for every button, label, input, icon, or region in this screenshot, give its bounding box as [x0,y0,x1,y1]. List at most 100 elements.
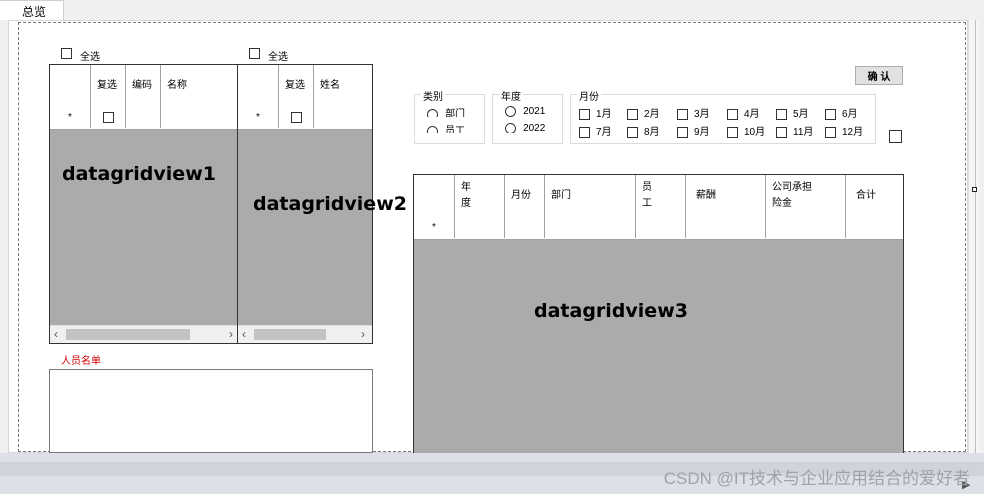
checkbox-icon[interactable] [579,108,590,120]
category-option-employee[interactable]: 员工 [427,122,465,133]
grid3-cell[interactable] [545,217,636,238]
month-option-6[interactable]: 6月 [825,105,858,120]
grid2-row-checkbox[interactable] [290,112,302,123]
checkbox-icon[interactable] [727,126,738,138]
grid1-header-rowheader [50,65,91,107]
scroll-left-icon[interactable]: ‹ [54,327,58,341]
scroll-right-icon[interactable]: › [229,327,233,341]
grid3-cell[interactable] [686,217,766,238]
month-option-7[interactable]: 7月 [579,123,612,138]
grid3-new-row[interactable]: * [414,217,903,240]
datagridview3[interactable]: 年 度 月份 部门 员 工 薪酬 公司承担 险金 合计 * datagridvi… [413,174,904,456]
grid3-col-dept[interactable]: 部门 [545,175,636,217]
confirm-button[interactable]: 确 认 [855,66,903,85]
grid2-col-name[interactable]: 姓名 [314,65,372,107]
grid3-col-employee[interactable]: 员 工 [636,175,686,217]
month-option-2[interactable]: 2月 [627,105,660,120]
grid3-col-total[interactable]: 合计 [846,175,903,217]
tab-overview[interactable]: 总览 [0,0,64,20]
radio-icon[interactable] [505,122,516,133]
month-option-12[interactable]: 12月 [825,123,863,138]
grid3-cell[interactable] [636,217,686,238]
grid3-header-rowheader [414,175,455,217]
grid3-col-year[interactable]: 年 度 [455,175,505,217]
grid3-cell[interactable] [505,217,545,238]
grid2-new-row[interactable]: * [238,107,372,130]
grid1-col-name[interactable]: 名称 [161,65,238,107]
grid2-header-rowheader [238,65,279,107]
grid3-cell[interactable] [766,217,846,238]
select-all-label-2: 全选 [268,52,288,63]
month-option-label: 10月 [744,127,766,138]
grid1-new-row-marker: * [50,107,91,128]
grid1-col-select[interactable]: 复选 [91,65,126,107]
month-option-10[interactable]: 10月 [727,123,765,138]
checkbox-icon[interactable] [825,126,836,138]
month-option-11[interactable]: 11月 [776,123,813,138]
checkbox-icon[interactable] [776,108,787,120]
grid1-row-checkbox[interactable] [102,112,114,123]
grid1-col-code[interactable]: 编码 [126,65,161,107]
grid1-scroll-thumb[interactable] [66,329,190,340]
grid2-col-select[interactable]: 复选 [279,65,314,107]
grid1-design-label: datagridview1 [62,163,216,185]
tab-strip [0,0,984,20]
watermark-text: CSDN @IT技术与企业应用结合的爱好者 [663,469,970,488]
grid1-new-row-name-cell[interactable] [161,107,238,128]
month-option-3[interactable]: 3月 [677,105,710,120]
category-groupbox: 类别 部门 员工 [414,88,485,144]
month-option-label: 4月 [744,109,760,120]
category-option-dept[interactable]: 部门 [427,105,465,117]
checkbox-icon[interactable] [825,108,836,120]
category-option-dept-label: 部门 [445,109,466,117]
grid2-new-row-checkbox-cell[interactable] [279,107,314,128]
grid2-design-label: datagridview2 [253,193,407,215]
radio-icon[interactable] [427,125,438,133]
checkbox-icon[interactable] [727,108,738,120]
grid3-cell[interactable] [455,217,505,238]
select-all-label-1: 全选 [80,52,100,63]
radio-icon[interactable] [505,105,516,117]
month-option-label: 12月 [842,127,864,138]
checkbox-icon[interactable] [677,108,688,120]
grid1-new-row[interactable]: * [50,107,238,130]
year-groupbox: 年度 2021 2022 [492,88,563,144]
select-all-checkbox-2[interactable] [249,48,260,59]
select-all-checkbox-1[interactable] [61,48,72,59]
grid3-col-insurance[interactable]: 公司承担 险金 [766,175,846,217]
resize-handle-right[interactable] [972,187,977,192]
scroll-left-icon[interactable]: ‹ [242,327,246,341]
checkbox-icon[interactable] [627,126,638,138]
grid3-cell[interactable] [846,217,903,238]
grid1-horizontal-scrollbar[interactable]: ‹ › [50,325,238,343]
grid2-new-row-name-cell[interactable] [314,107,372,128]
month-option-label: 3月 [694,109,710,120]
designer-right-edge [968,20,979,456]
month-option-8[interactable]: 8月 [627,123,660,138]
grid2-scroll-thumb[interactable] [254,329,326,340]
grid3-col-salary[interactable]: 薪酬 [686,175,766,217]
grid1-new-row-checkbox-cell[interactable] [91,107,126,128]
year-option-2022[interactable]: 2022 [505,122,545,133]
checkbox-icon[interactable] [776,126,787,138]
year-group-title: 年度 [499,88,523,103]
checkbox-icon[interactable] [627,108,638,120]
checkbox-icon[interactable] [677,126,688,138]
month-option-4[interactable]: 4月 [727,105,760,120]
people-listbox[interactable] [49,369,373,453]
datagridview1[interactable]: 复选 编码 名称 * datagridview1 ‹ › [49,64,239,344]
month-option-1[interactable]: 1月 [579,105,612,120]
month-group-title: 月份 [577,88,601,103]
month-option-5[interactable]: 5月 [776,105,809,120]
scroll-right-icon[interactable]: › [361,327,365,341]
month-option-label: 2月 [644,109,660,120]
checkbox-icon[interactable] [579,126,590,138]
month-option-9[interactable]: 9月 [677,123,710,138]
grid1-new-row-code-cell[interactable] [126,107,161,128]
grid2-horizontal-scrollbar[interactable]: ‹ › [238,325,372,343]
grid3-col-month[interactable]: 月份 [505,175,545,217]
extra-checkbox[interactable] [889,130,902,143]
year-option-2021[interactable]: 2021 [505,105,545,117]
radio-icon[interactable] [427,108,438,117]
month-option-label: 7月 [596,127,612,138]
